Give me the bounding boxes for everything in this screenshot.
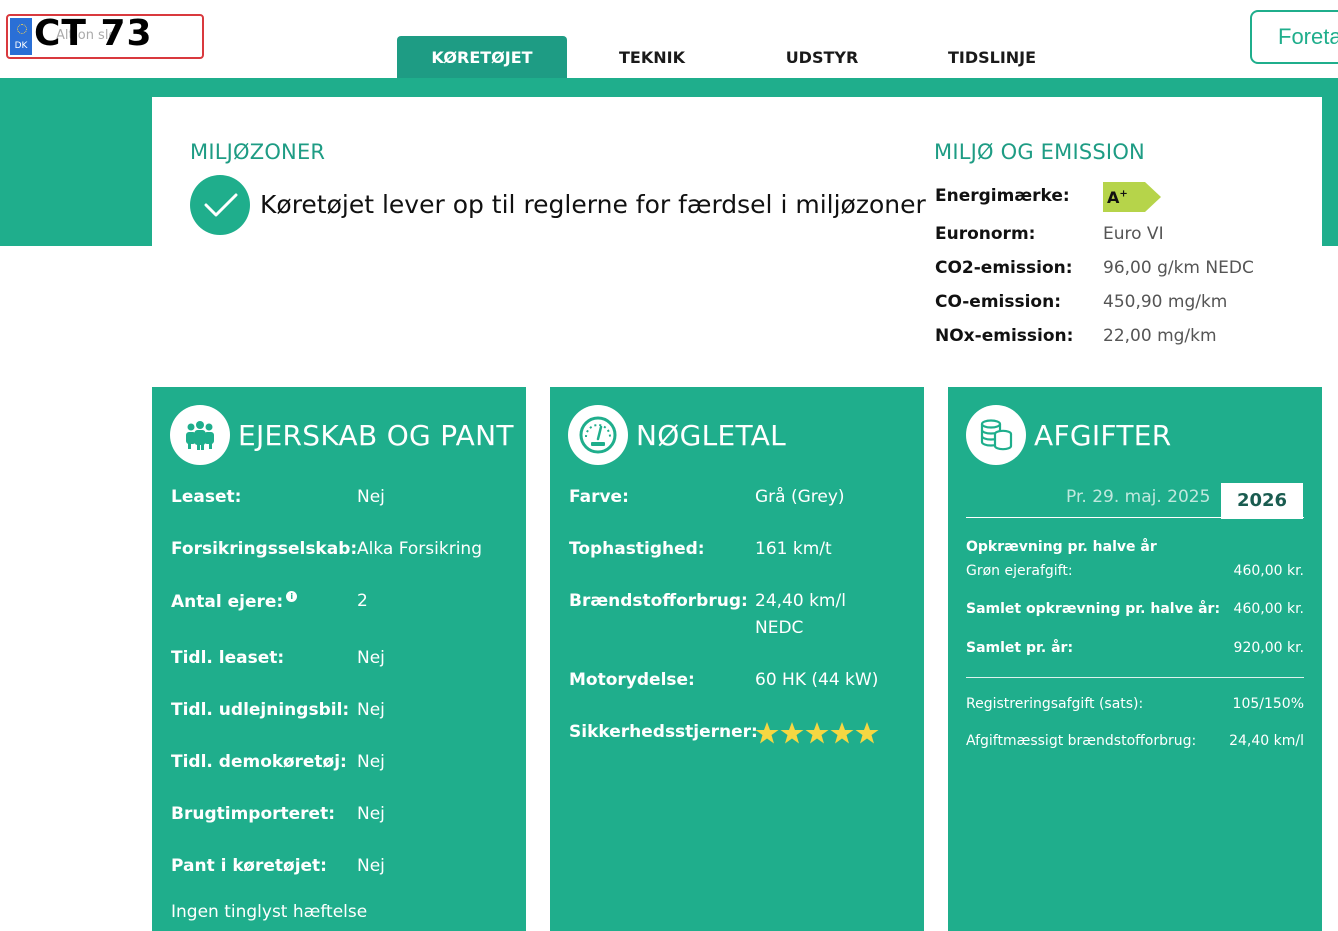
tab-koretojet[interactable]: KØRETØJET (397, 36, 567, 78)
forsikring-value: Alka Forsikring (357, 539, 482, 559)
tophastighed-label: Tophastighed: (569, 539, 705, 559)
tophastighed-value: 161 km/t (755, 539, 832, 559)
stjerner-label: Sikkerhedsstjerner: (569, 722, 758, 742)
co2-label: CO2-emission: (935, 258, 1073, 278)
leaset-label: Leaset: (171, 487, 242, 507)
energy-plus: + (1119, 188, 1128, 200)
afgifter-divider (966, 677, 1304, 678)
nox-value: 22,00 mg/km (1103, 326, 1217, 346)
tab-teknik[interactable]: TEKNIK (567, 36, 737, 78)
antal-ejere-row: Antal ejere: i (171, 591, 298, 612)
check-icon (190, 175, 250, 235)
farve-label: Farve: (569, 487, 629, 507)
afgifter-header: AFGIFTER (966, 405, 1171, 465)
groen-ejerafgift-value: 460,00 kr. (1233, 563, 1304, 579)
tab-tidslinje[interactable]: TIDSLINJE (907, 36, 1077, 78)
leaset-value: Nej (357, 487, 385, 507)
co-value: 450,90 mg/km (1103, 292, 1228, 312)
plate-number: CT 73 239 (34, 14, 153, 57)
samlet-aar-label: Samlet pr. år: (966, 640, 1074, 656)
nogletal-title: NØGLETAL (636, 418, 787, 452)
registreringsafgift-label: Registreringsafgift (sats): (966, 696, 1144, 712)
info-icon[interactable]: i (286, 591, 298, 602)
ejerskab-title: EJERSKAB OG PANT (238, 418, 514, 452)
registreringsafgift-value: 105/150% (1232, 696, 1304, 712)
braendstof-value: 24,40 km/l (755, 591, 846, 611)
speedometer-icon (568, 405, 628, 465)
energy-label: Energimærke: (935, 186, 1070, 206)
demo-label: Tidl. demokøretøj: (171, 752, 347, 772)
udlejning-label: Tidl. udlejningsbil: (171, 700, 350, 720)
demo-value: Nej (357, 752, 385, 772)
farve-value: Grå (Grey) (755, 487, 845, 507)
groen-ejerafgift-label: Grøn ejerafgift: (966, 563, 1073, 579)
udlejning-value: Nej (357, 700, 385, 720)
afgifter-title: AFGIFTER (1034, 418, 1172, 452)
nogletal-card: NØGLETAL Farve: Grå (Grey) Tophastighed:… (550, 387, 924, 931)
tidl-leaset-value: Nej (357, 648, 385, 668)
forsikring-label: Forsikringsselskab: (171, 539, 358, 559)
nogletal-header: NØGLETAL (568, 405, 786, 465)
brugtimport-value: Nej (357, 804, 385, 824)
braendstof-label: Brændstofforbrug: (569, 591, 748, 611)
brugtimport-label: Brugtimporteret: (171, 804, 336, 824)
coins-icon (966, 405, 1026, 465)
nox-label: NOx-emission: (935, 326, 1074, 346)
main-tabs: KØRETØJET TEKNIK UDSTYR TIDSLINJE (397, 36, 1077, 78)
motorydelse-value: 60 HK (44 kW) (755, 670, 879, 690)
safety-stars (755, 721, 879, 745)
euronorm-label: Euronorm: (935, 224, 1036, 244)
afgift-braendstof-value: 24,40 km/l (1229, 733, 1304, 749)
emission-title: MILJØ OG EMISSION (934, 140, 1145, 164)
opkraevning-heading: Opkrævning pr. halve år (966, 539, 1157, 555)
star-icon (805, 722, 829, 744)
haeftelse-text: Ingen tinglyst hæftelse (171, 902, 368, 922)
miljozoner-text: Køretøjet lever op til reglerne for færd… (260, 190, 926, 219)
energy-value: A (1107, 188, 1120, 207)
star-icon (830, 722, 854, 744)
antal-ejere-value: 2 (357, 591, 368, 611)
cta-button[interactable]: Foreta (1250, 10, 1338, 64)
samlet-aar-value: 920,00 kr. (1233, 640, 1304, 656)
afgifter-tabs: Pr. 29. maj. 2025 2026 (966, 483, 1304, 519)
star-icon (855, 722, 879, 744)
samlet-halvaar-value: 460,00 kr. (1233, 601, 1304, 617)
co2-value: 96,00 g/km NEDC (1103, 258, 1254, 278)
tab-udstyr[interactable]: UDSTYR (737, 36, 907, 78)
license-plate: DK Alt on sle CT 73 239 (6, 14, 204, 59)
afgift-braendstof-label: Afgiftmæssigt brændstofforbrug: (966, 733, 1197, 749)
pant-label: Pant i køretøjet: (171, 856, 327, 876)
samlet-halvaar-label: Samlet opkrævning pr. halve år: (966, 601, 1221, 617)
afgifter-card: AFGIFTER Pr. 29. maj. 2025 2026 Opkrævni… (948, 387, 1322, 931)
energy-badge: A+ (1103, 182, 1161, 212)
plate-country: DK (14, 41, 28, 51)
pant-value: Nej (357, 856, 385, 876)
star-icon (755, 722, 779, 744)
miljozoner-title: MILJØZONER (190, 140, 326, 164)
co-label: CO-emission: (935, 292, 1062, 312)
star-icon (780, 722, 804, 744)
ejerskab-header: EJERSKAB OG PANT (170, 405, 514, 465)
people-icon (170, 405, 230, 465)
ejerskab-card: EJERSKAB OG PANT Leaset: Nej Forsikrings… (152, 387, 526, 931)
eu-stars-icon (17, 24, 27, 34)
antal-ejere-label: Antal ejere: (171, 592, 284, 612)
motorydelse-label: Motorydelse: (569, 670, 695, 690)
tab-2026[interactable]: 2026 (1221, 483, 1303, 519)
tab-2025[interactable]: Pr. 29. maj. 2025 (1066, 487, 1210, 507)
tidl-leaset-label: Tidl. leaset: (171, 648, 285, 668)
braendstof-norm: NEDC (755, 618, 804, 638)
euronorm-value: Euro VI (1103, 224, 1164, 244)
eu-band: DK (10, 18, 32, 55)
